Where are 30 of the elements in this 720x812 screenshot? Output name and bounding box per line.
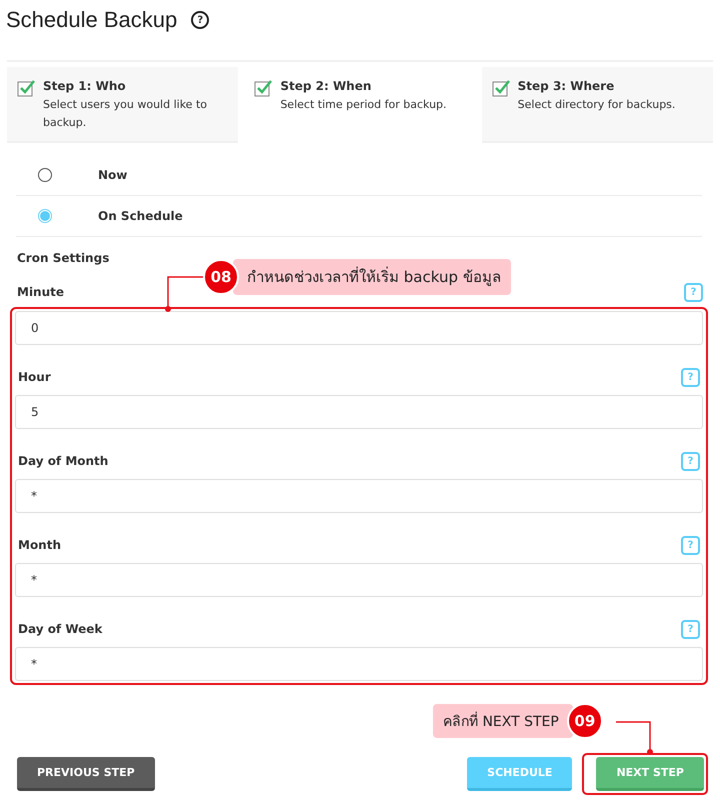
step-description: Select directory for backups. [518, 97, 676, 113]
field-label: Minute [17, 285, 64, 299]
input-field[interactable]: * [15, 563, 703, 597]
step-description: Select users you would like to backup. [43, 97, 208, 131]
step-title: Step 3: Where [518, 79, 616, 93]
annotation-note: กำหนดช่วงเวลาที่ให้เริ่ม backup ข้อมูล [233, 259, 511, 295]
input-field[interactable]: 5 [15, 395, 703, 429]
step-description: Select time period for backup. [280, 97, 447, 113]
field-label: Day of Month [18, 454, 108, 468]
step-number-badge: 08 [203, 259, 239, 295]
annotation-note: คลิกที่ NEXT STEP [433, 704, 573, 738]
radio-label: Now [98, 168, 128, 182]
previous-step-button[interactable]: PREVIOUS STEP [17, 757, 155, 791]
input-field[interactable]: * [15, 647, 703, 681]
step-tab[interactable]: Step 1: Who Select users you would like to backup. [7, 67, 238, 143]
section-heading: Cron Settings [17, 251, 110, 267]
input-field[interactable]: 0 [15, 311, 703, 345]
step-title: Step 2: When [280, 79, 372, 93]
radio-button[interactable] [38, 168, 52, 182]
step-tab[interactable]: Step 3: Where Select directory for backups. [482, 67, 713, 143]
help-icon[interactable]: ? [191, 11, 210, 29]
field-label: Hour [18, 370, 51, 384]
step-number-badge: 09 [566, 703, 603, 739]
input-field[interactable]: * [15, 479, 703, 513]
page-title: Schedule Backup [6, 7, 178, 33]
field-label: Month [18, 538, 62, 552]
field-label: Day of Week [18, 622, 102, 636]
step-title: Step 1: Who [43, 79, 127, 93]
radio-label: On Schedule [98, 209, 183, 223]
radio-button[interactable] [38, 209, 52, 223]
